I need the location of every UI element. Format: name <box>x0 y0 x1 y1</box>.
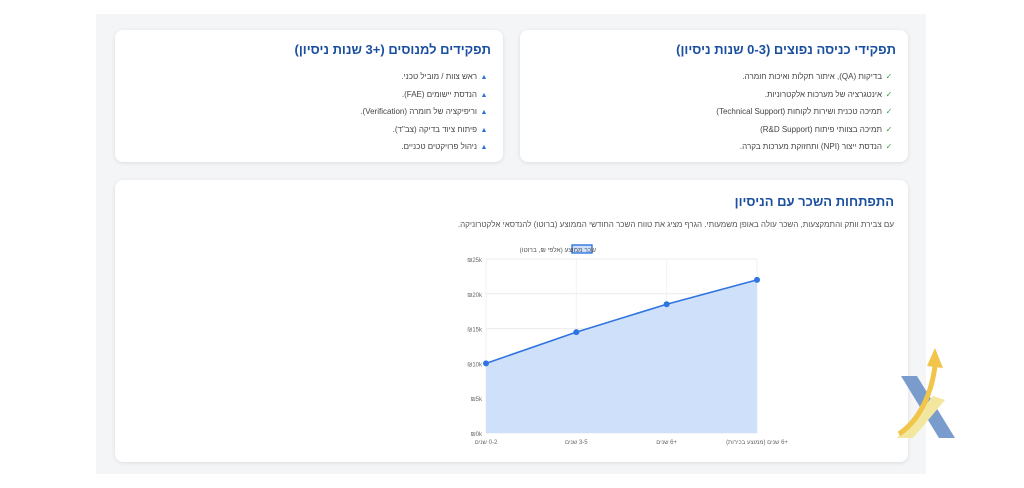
senior-roles-list: ▲ראש צוות / מוביל טכני. ▲הנדסת יישומים (… <box>360 68 489 156</box>
list-item-text: הנדסת ייצור (NPI) ותחזוקת מערכות בקרה. <box>739 142 882 152</box>
y-tick-label: ₪25k <box>467 258 483 264</box>
check-icon: ✓ <box>885 89 893 99</box>
data-point <box>663 301 670 308</box>
triangle-icon: ▲ <box>480 126 488 134</box>
check-icon: ✓ <box>885 107 893 117</box>
entry-roles-list: ✓בדיקות (QA), איתור תקלות ואיכות חומרה. … <box>716 68 894 156</box>
salary-description: עם צבירת וותק והתמקצעות, השכר עולה באופן… <box>457 220 894 229</box>
list-item: ▲וריפיקציה של חומרה (Verification). <box>360 103 489 121</box>
check-icon: ✓ <box>885 72 893 81</box>
x-tick-label: 0-2 שנים <box>475 440 498 446</box>
data-point <box>573 329 580 336</box>
x-tick-label: +6 שנים <box>656 440 677 446</box>
check-icon: ✓ <box>885 142 893 152</box>
triangle-icon: ▲ <box>480 74 488 81</box>
senior-roles-card: תפקידים למנוסים (+3 שנות ניסיון) ▲ראש צו… <box>115 30 503 162</box>
entry-roles-card: תפקידי כניסה נפוצים (0-3 שנות ניסיון) ✓ב… <box>520 30 908 162</box>
list-item: ▲ראש צוות / מוביל טכני. <box>360 68 489 86</box>
data-point <box>483 360 489 367</box>
list-item: ▲הנדסת יישומים (FAE). <box>360 86 489 104</box>
triangle-icon: ▲ <box>480 91 488 99</box>
triangle-icon: ▲ <box>480 109 488 117</box>
list-item: ✓אינטגרציה של מערכות אלקטרוניות. <box>716 86 894 104</box>
y-tick-label: ₪10k <box>467 362 483 368</box>
entry-roles-title: תפקידי כניסה נפוצים (0-3 שנות ניסיון) <box>676 42 896 57</box>
salary-chart: ₪0k ₪5k ₪10k ₪15k ₪20k ₪25k 0-2 שנים 3-5 שנים +6… <box>467 244 788 446</box>
salary-title: התפתחות השכר עם הניסיון <box>734 194 894 209</box>
y-tick-label: ₪0k <box>471 432 483 438</box>
list-item-text: הנדסת יישומים (FAE). <box>401 89 477 99</box>
y-tick-label: ₪20k <box>467 293 483 299</box>
x-tick-label: 3-5 שנים <box>565 440 588 446</box>
list-item-text: ניהול פרויקטים טכניים. <box>401 142 477 152</box>
x-tick-label: +6 שנים (ממוצע בכירות) <box>726 440 788 446</box>
senior-roles-title: תפקידים למנוסים (+3 שנות ניסיון) <box>294 42 491 57</box>
list-item: ✓תמיכה טכנית ושירות לקוחות (Technical Su… <box>716 103 894 121</box>
series-area <box>486 279 757 433</box>
legend-label: שכר ממוצע (אלפי ₪, ברוטו) <box>520 246 597 254</box>
list-item-text: אינטגרציה של מערכות אלקטרוניות. <box>764 89 882 99</box>
check-icon: ✓ <box>885 124 893 134</box>
logo-x-arrow-icon <box>897 348 955 438</box>
salary-card: התפתחות השכר עם הניסיון עם צבירת וותק וה… <box>115 180 908 462</box>
list-item: ✓תמיכה בצוותי פיתוח (R&D Support) <box>716 121 894 139</box>
list-item-text: תמיכה בצוותי פיתוח (R&D Support) <box>760 124 882 134</box>
list-item: ▲ניהול פרויקטים טכניים. <box>360 138 489 156</box>
data-point <box>754 276 760 283</box>
list-item: ▲פיתוח ציוד בדיקה (צב"ד). <box>360 121 489 139</box>
list-item-text: ראש צוות / מוביל טכני. <box>401 72 477 81</box>
list-item: ✓הנדסת ייצור (NPI) ותחזוקת מערכות בקרה. <box>716 138 894 156</box>
list-item: ✓בדיקות (QA), איתור תקלות ואיכות חומרה. <box>716 68 894 86</box>
list-item-text: פיתוח ציוד בדיקה (צב"ד). <box>392 124 477 134</box>
list-item-text: בדיקות (QA), איתור תקלות ואיכות חומרה. <box>742 72 882 81</box>
list-item-text: וריפיקציה של חומרה (Verification). <box>360 107 477 117</box>
triangle-icon: ▲ <box>480 144 488 152</box>
list-item-text: תמיכה טכנית ושירות לקוחות (Technical Sup… <box>716 107 882 117</box>
y-tick-label: ₪5k <box>471 397 483 403</box>
y-tick-label: ₪15k <box>467 328 483 334</box>
